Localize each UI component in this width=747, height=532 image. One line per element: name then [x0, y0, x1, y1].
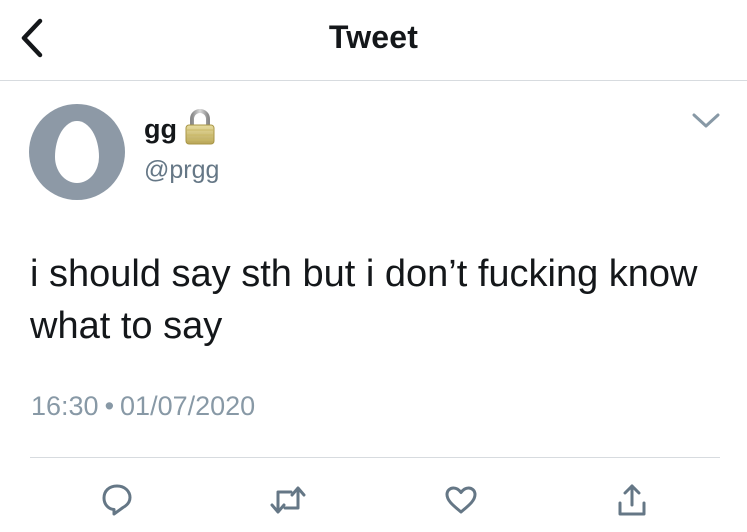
retweet-button[interactable]	[268, 480, 308, 520]
divider	[30, 457, 720, 458]
share-button[interactable]	[612, 480, 652, 520]
reply-icon	[102, 484, 132, 516]
reply-button[interactable]	[97, 480, 137, 520]
chevron-down-icon	[692, 113, 720, 128]
tweet-timestamp[interactable]: 16:30 • 01/07/2020	[31, 388, 255, 424]
lock-icon	[185, 109, 215, 145]
author-handle[interactable]: @prgg	[144, 155, 219, 185]
avatar[interactable]	[29, 104, 125, 200]
top-nav-bar: Tweet	[0, 0, 747, 81]
author-name[interactable]: gg	[144, 113, 177, 145]
tweet-time: 16:30	[31, 391, 99, 421]
like-button[interactable]	[441, 480, 481, 520]
tweet-text: i should say sth but i don’t fucking kno…	[30, 253, 698, 347]
heart-icon	[445, 486, 477, 514]
retweet-icon	[270, 486, 306, 514]
share-icon	[618, 484, 646, 516]
default-egg-avatar-icon	[55, 121, 99, 183]
tweet-menu-button[interactable]	[686, 106, 726, 136]
page-title: Tweet	[328, 19, 419, 55]
meta-separator: •	[104, 391, 115, 421]
tweet-date: 01/07/2020	[120, 391, 256, 421]
